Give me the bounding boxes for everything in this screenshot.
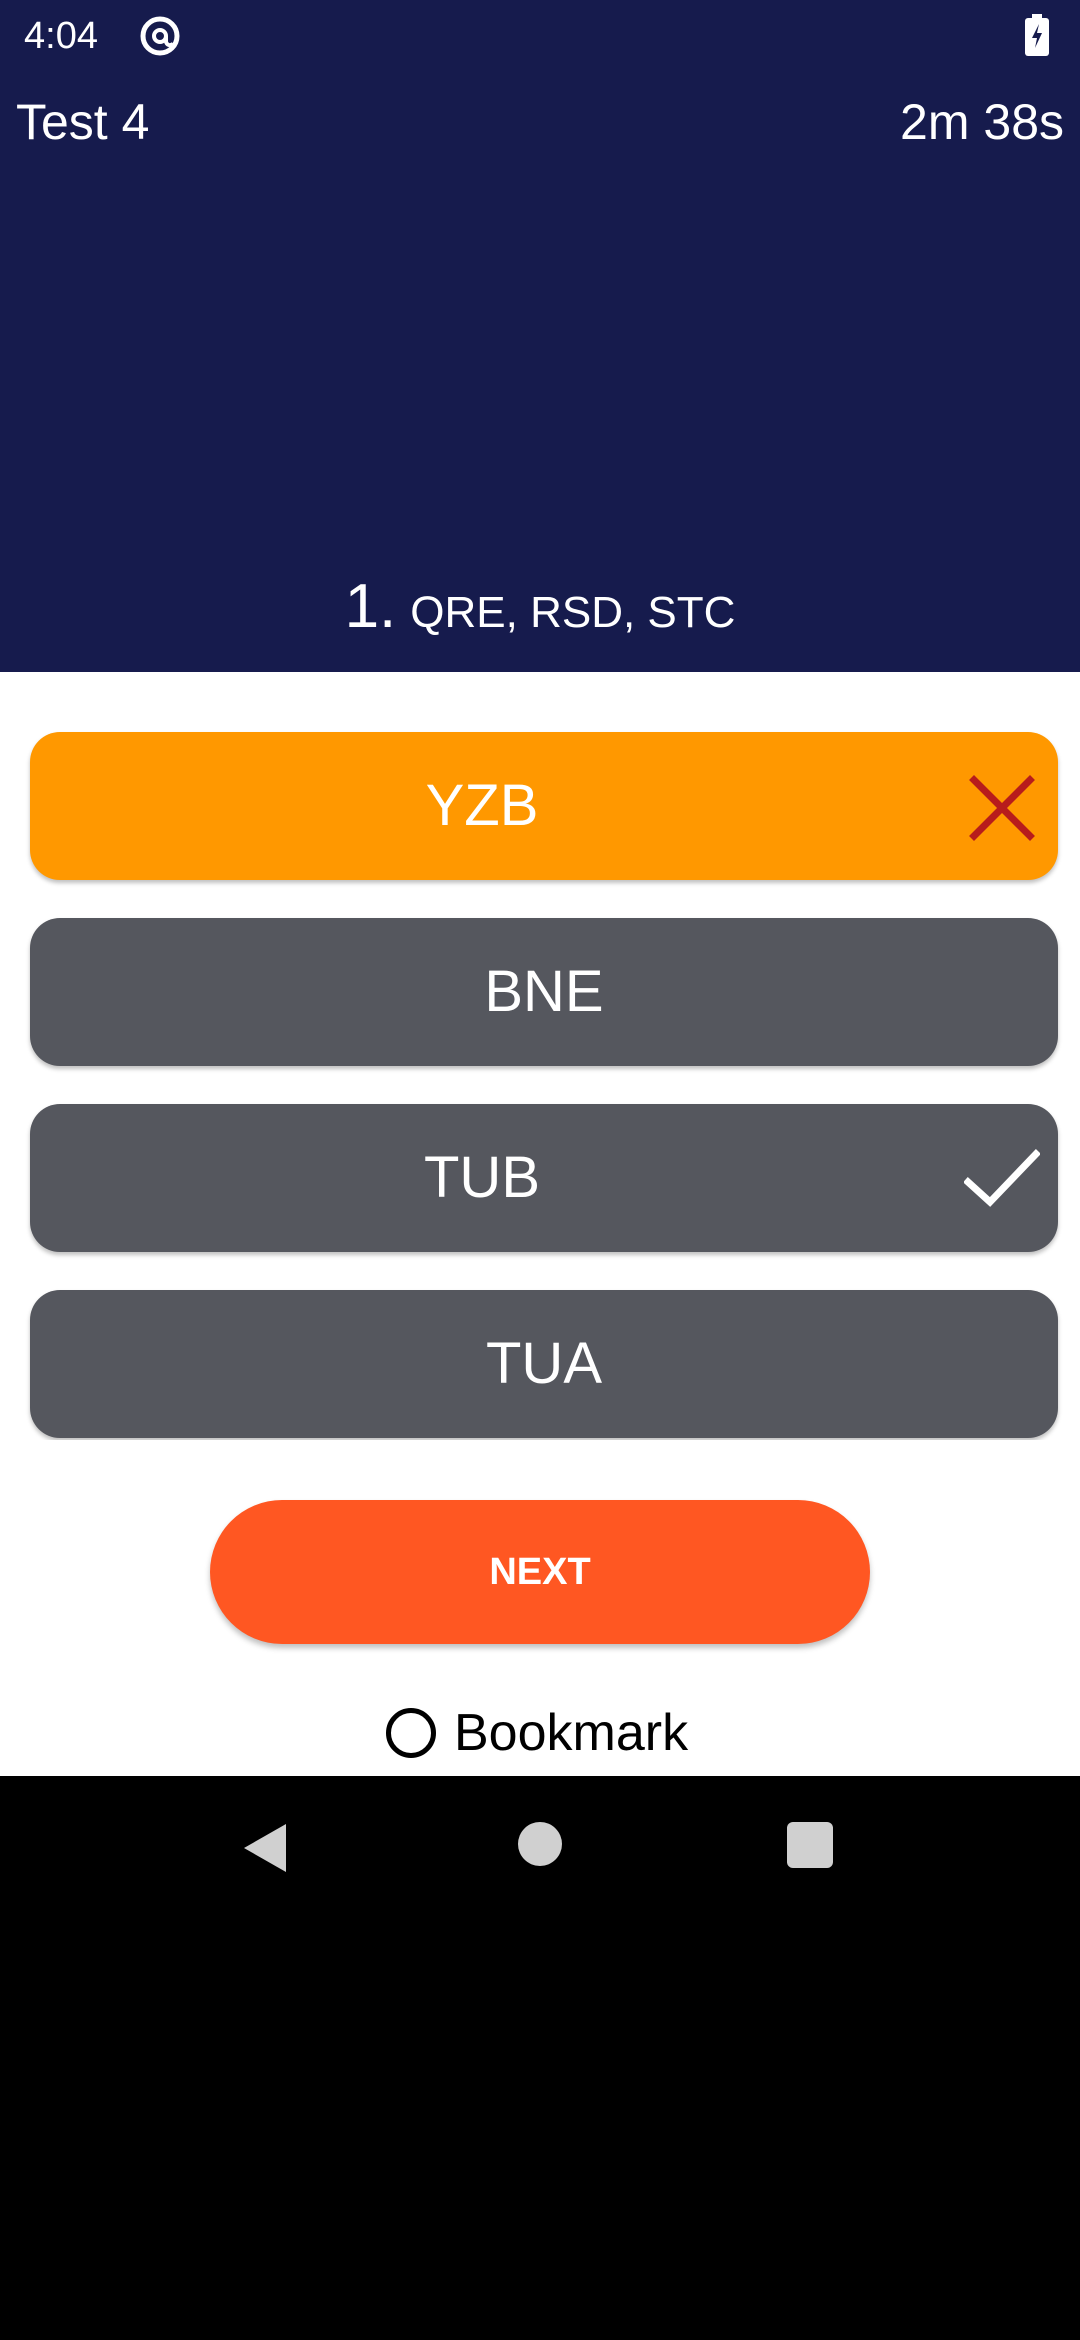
option-4[interactable]: TUA (30, 1290, 1058, 1438)
back-triangle-icon[interactable] (240, 1820, 290, 1876)
option-label: TUB (424, 1145, 540, 1210)
option-2[interactable]: BNE (30, 918, 1058, 1066)
next-button[interactable]: NEXT (210, 1500, 870, 1644)
option-label: YZB (425, 773, 539, 838)
bookmark-radio[interactable] (386, 1708, 436, 1758)
question-number: 1. (344, 572, 397, 641)
check-icon (964, 1149, 1040, 1207)
status-time: 4:04 (24, 15, 98, 57)
question: 1. QRE, RSD, STC (0, 572, 1080, 648)
navigation-bar (0, 1776, 1080, 1916)
option-label: TUA (486, 1331, 602, 1396)
home-circle-icon[interactable] (518, 1822, 562, 1866)
options-list: YZB BNE TUB TUA (0, 672, 1080, 1440)
question-text: QRE, RSD, STC (410, 588, 736, 637)
bookmark-toggle[interactable]: Bookmark (386, 1690, 688, 1776)
at-sign-icon (140, 16, 180, 56)
content: YZB BNE TUB TUA NEXT Bookmark (0, 672, 1080, 1776)
screen: 4:04 Test 4 2m 38s 1. QRE, RSD, STC YZB (0, 0, 1080, 2340)
close-icon (969, 775, 1035, 841)
header: 4:04 Test 4 2m 38s 1. QRE, RSD, STC (0, 0, 1080, 672)
bookmark-label: Bookmark (454, 1704, 689, 1762)
recents-square-icon[interactable] (787, 1822, 833, 1868)
status-bar: 4:04 (0, 0, 1080, 72)
battery-charging-icon (1025, 14, 1049, 56)
timer: 2m 38s (900, 94, 1064, 150)
test-title: Test 4 (16, 94, 150, 150)
option-label: BNE (484, 959, 604, 1024)
option-1[interactable]: YZB (30, 732, 1058, 880)
option-3[interactable]: TUB (30, 1104, 1058, 1252)
